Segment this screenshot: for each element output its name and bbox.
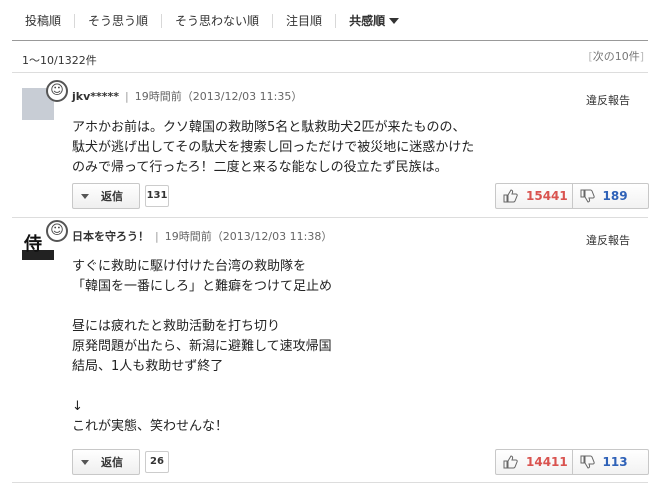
- next-page-link[interactable]: [次の10件]: [588, 48, 644, 64]
- vote-box: 14411 113: [495, 449, 649, 475]
- timestamp: 19時間前（2013/12/03 11:35）: [134, 90, 303, 103]
- sort-tab-disagree-order[interactable]: そう思わない順: [161, 14, 272, 28]
- thumbs-up-icon: [503, 189, 518, 203]
- divider: [12, 72, 648, 73]
- reply-button[interactable]: 返信: [72, 449, 140, 475]
- vote-box: 15441 189: [495, 183, 649, 209]
- thumbs-down-icon: [580, 189, 595, 203]
- sort-tab-post-order[interactable]: 投稿順: [12, 14, 74, 28]
- disagree-button[interactable]: 113: [571, 450, 649, 474]
- username[interactable]: jkv*****: [72, 90, 119, 103]
- comment-text: アホかお前は。クソ韓国の救助隊5名と駄救助犬2匹が来たものの、 駄犬が逃げ出して…: [72, 120, 475, 175]
- agree-count: 14411: [526, 455, 568, 469]
- disagree-button[interactable]: 189: [571, 184, 649, 208]
- disagree-count: 113: [602, 455, 628, 469]
- reply-label: 返信: [101, 456, 123, 469]
- report-link[interactable]: 違反報告: [586, 232, 630, 248]
- comment-meta: 日本を守ろう！ | 19時間前（2013/12/03 11:38）: [72, 230, 333, 243]
- agree-count: 15441: [526, 189, 568, 203]
- svg-text:侍: 侍: [23, 234, 42, 255]
- smiley-icon: ☺: [46, 80, 68, 102]
- comment-meta: jkv***** | 19時間前（2013/12/03 11:35）: [72, 90, 303, 103]
- caret-down-icon: [389, 18, 400, 24]
- sort-bar: 投稿順 そう思う順 そう思わない順 注目順 共感順: [12, 6, 648, 36]
- reply-count: 131: [145, 185, 169, 207]
- sort-tab-empathy-label: 共感順: [349, 14, 386, 28]
- sort-tab-agree-order[interactable]: そう思う順: [74, 14, 161, 28]
- disagree-count: 189: [602, 189, 628, 203]
- sort-tab-empathy-order[interactable]: 共感順: [335, 14, 412, 28]
- comment-item: ☺ jkv***** | 19時間前（2013/12/03 11:35） 違反報告 …: [12, 78, 649, 218]
- comment-text: すぐに救助に駆け付けた台湾の救助隊を 「韓国を一番にしろ」と難癖をつけて足止め …: [72, 259, 333, 434]
- smiley-icon: ☺: [46, 220, 68, 242]
- username[interactable]: 日本を守ろう！: [72, 230, 149, 243]
- agree-button[interactable]: 14411: [496, 450, 572, 474]
- reply-button[interactable]: 返信: [72, 183, 140, 209]
- timestamp: 19時間前（2013/12/03 11:38）: [164, 230, 333, 243]
- comment-count: 1〜10/1322件: [22, 54, 97, 67]
- divider: [12, 482, 648, 483]
- reply-label: 返信: [101, 190, 123, 203]
- thumbs-up-icon: [503, 455, 518, 469]
- comment-item: 侍 ☺ 日本を守ろう！ | 19時間前（2013/12/03 11:38） 違反報告…: [12, 218, 649, 480]
- divider: [12, 40, 648, 41]
- reply-count: 26: [145, 451, 169, 473]
- sort-tab-attention-order[interactable]: 注目順: [272, 14, 335, 28]
- triangle-down-icon: [81, 193, 89, 199]
- thumbs-down-icon: [580, 455, 595, 469]
- next-page-label: 次の10件: [592, 50, 640, 63]
- agree-button[interactable]: 15441: [496, 184, 572, 208]
- report-link[interactable]: 違反報告: [586, 92, 630, 108]
- triangle-down-icon: [81, 459, 89, 465]
